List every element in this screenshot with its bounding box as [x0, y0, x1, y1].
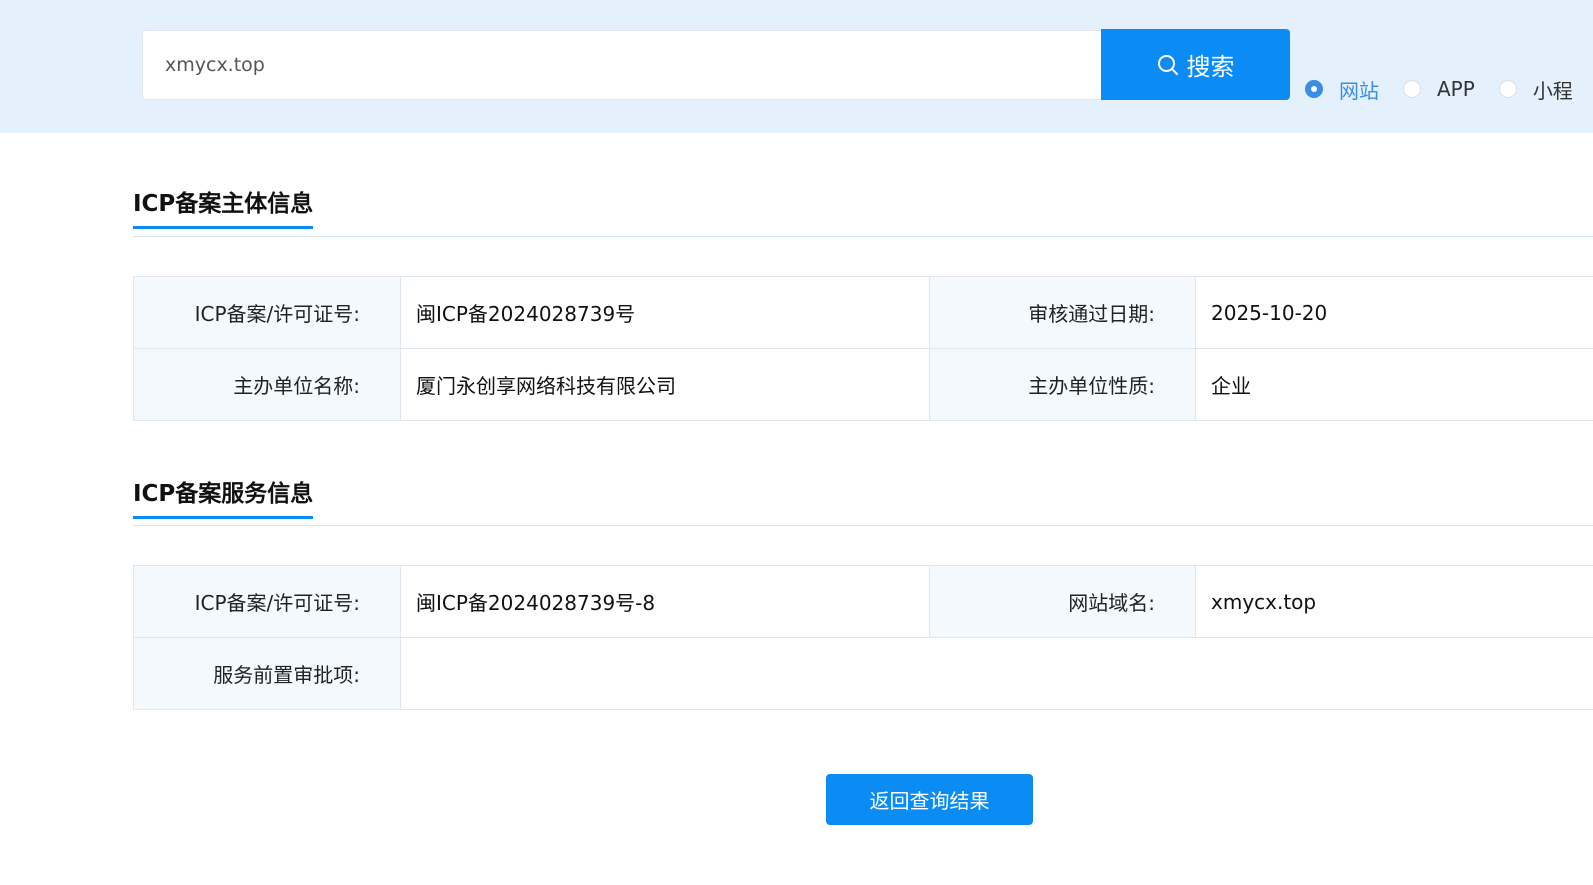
search-button-label: 搜索	[1186, 53, 1235, 81]
search-type-radio-group: 网站 APP 小程	[1305, 75, 1593, 104]
radio-app-label: APP	[1437, 77, 1475, 101]
radio-website-label: 网站	[1339, 78, 1379, 103]
section-title-service-info: ICP备案服务信息	[133, 474, 314, 519]
radio-app[interactable]: APP	[1403, 77, 1475, 101]
organizer-type-value: 企业	[1195, 348, 1593, 421]
search-input[interactable]: xmycx.top	[142, 30, 1102, 100]
search-button[interactable]: 搜索	[1101, 29, 1290, 100]
radio-unchecked-icon	[1403, 80, 1421, 98]
top-search-bar: xmycx.top 搜索 网站 APP 小程	[0, 0, 1593, 133]
service-info-table: ICP备案/许可证号: 闽ICP备2024028739号-8 网站域名: xmy…	[133, 565, 1593, 710]
table-row: 主办单位名称: 厦门永创享网络科技有限公司 主办单位性质: 企业	[133, 348, 1593, 421]
license-number-label: ICP备案/许可证号:	[133, 276, 401, 349]
organizer-name-value: 厦门永创享网络科技有限公司	[400, 348, 930, 421]
radio-mini-program[interactable]: 小程	[1498, 75, 1573, 104]
section-title-subject-info: ICP备案主体信息	[133, 184, 314, 229]
radio-mini-program-label: 小程	[1532, 78, 1573, 103]
back-to-results-button[interactable]: 返回查询结果	[826, 774, 1033, 825]
pre-approval-value	[400, 637, 1593, 710]
organizer-name-label: 主办单位名称:	[133, 348, 401, 421]
website-domain-value: xmycx.top	[1195, 565, 1593, 638]
service-license-number-value: 闽ICP备2024028739号-8	[400, 565, 930, 638]
search-icon	[1157, 54, 1178, 75]
section-divider	[133, 525, 1593, 526]
service-license-number-label: ICP备案/许可证号:	[133, 565, 401, 638]
pre-approval-label: 服务前置审批项:	[133, 637, 401, 710]
table-row: 服务前置审批项:	[133, 637, 1593, 710]
section-divider	[133, 236, 1593, 237]
organizer-type-label: 主办单位性质:	[929, 348, 1196, 421]
approval-date-value: 2025-10-20	[1195, 276, 1593, 349]
license-number-value: 闽ICP备2024028739号	[400, 276, 930, 349]
approval-date-label: 审核通过日期:	[929, 276, 1196, 349]
website-domain-label: 网站域名:	[929, 565, 1196, 638]
radio-checked-icon	[1305, 80, 1323, 98]
subject-info-table: ICP备案/许可证号: 闽ICP备2024028739号 审核通过日期: 202…	[133, 276, 1593, 421]
radio-website[interactable]: 网站	[1305, 75, 1379, 104]
search-input-value: xmycx.top	[165, 54, 265, 76]
table-row: ICP备案/许可证号: 闽ICP备2024028739号 审核通过日期: 202…	[133, 276, 1593, 349]
table-row: ICP备案/许可证号: 闽ICP备2024028739号-8 网站域名: xmy…	[133, 565, 1593, 638]
radio-unchecked-icon	[1498, 80, 1517, 98]
